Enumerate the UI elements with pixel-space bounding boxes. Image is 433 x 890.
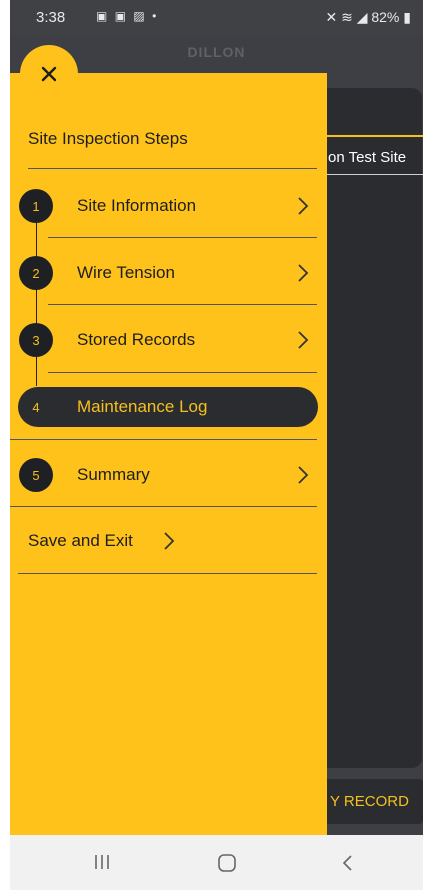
step-label: Summary	[77, 465, 150, 484]
divider	[48, 372, 317, 373]
dot-icon: •	[152, 9, 159, 23]
battery-level: 82%	[371, 9, 400, 25]
close-drawer-button[interactable]	[20, 45, 78, 103]
divider	[10, 506, 317, 507]
back-icon[interactable]	[340, 853, 354, 873]
home-icon[interactable]	[217, 853, 237, 873]
step-label: Stored Records	[77, 330, 196, 349]
step-number: 2	[19, 256, 53, 290]
message-icon: ▣	[114, 9, 129, 23]
background-site-name: on Test Site	[328, 149, 407, 166]
step-number: 4	[32, 399, 40, 415]
chevron-right-icon	[298, 331, 309, 349]
divider	[28, 168, 317, 169]
save-and-exit-button[interactable]: Save and Exit	[28, 531, 133, 551]
drawer-title: Site Inspection Steps	[28, 129, 188, 148]
battery-icon: ▮	[403, 9, 411, 25]
divider	[48, 304, 317, 305]
status-bar: 3:38 ▣ ▣ ▨ • ✕ ≋ ◢ 82% ▮	[10, 0, 423, 36]
recent-apps-icon[interactable]	[93, 853, 111, 871]
status-right: ✕ ≋ ◢ 82% ▮	[325, 9, 411, 26]
chevron-right-icon	[298, 264, 309, 282]
system-navigation-bar	[10, 835, 423, 890]
step-item-stored-records[interactable]: 3 Stored Records	[10, 320, 327, 360]
step-label: Maintenance Log	[77, 397, 208, 416]
image-icon: ▨	[133, 9, 147, 23]
step-label: Wire Tension	[77, 263, 175, 282]
signal-icon: ◢	[356, 9, 368, 25]
close-icon	[41, 66, 57, 82]
chevron-right-icon	[164, 532, 175, 550]
wifi-icon: ≋	[341, 9, 353, 25]
chevron-right-icon	[298, 466, 309, 484]
step-item-summary[interactable]: 5 Summary	[10, 455, 327, 495]
step-number: 1	[19, 189, 53, 223]
step-item-wire-tension[interactable]: 2 Wire Tension	[10, 253, 327, 293]
step-item-site-information[interactable]: 1 Site Information	[10, 186, 327, 226]
notification-icons: ▣ ▣ ▨ •	[96, 9, 158, 23]
step-number: 5	[19, 458, 53, 492]
chevron-right-icon	[298, 197, 309, 215]
background-divider	[322, 174, 423, 175]
step-item-maintenance-log[interactable]: 4 Maintenance Log	[10, 387, 327, 427]
background-divider-accent	[322, 135, 423, 137]
step-number: 3	[19, 323, 53, 357]
divider	[10, 439, 317, 440]
mute-icon: ✕	[325, 9, 338, 25]
divider	[48, 237, 317, 238]
step-label: Site Information	[77, 196, 197, 215]
divider	[18, 573, 317, 574]
message-icon: ▣	[96, 9, 110, 23]
status-time: 3:38	[36, 9, 66, 26]
